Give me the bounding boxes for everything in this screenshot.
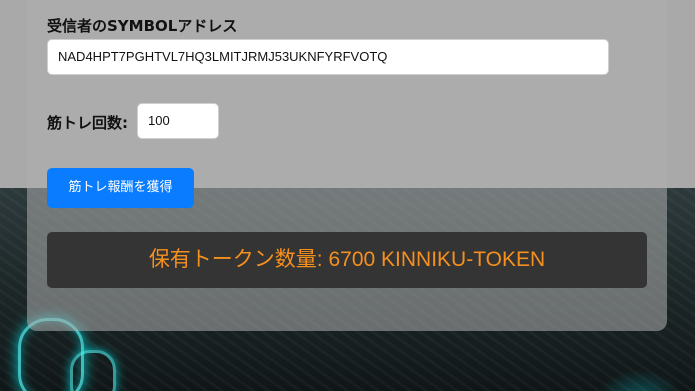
dumbbell-glow-icon-secondary: [70, 350, 116, 391]
token-balance-display: 保有トークン数量: 6700 KINNIKU-TOKEN: [47, 232, 647, 288]
recipient-address-label: 受信者のSYMBOLアドレス: [47, 17, 238, 35]
workout-count-input[interactable]: 100: [137, 103, 219, 139]
workout-count-label: 筋トレ回数:: [47, 114, 128, 132]
page: 受信者のSYMBOLアドレス NAD4HPT7PGHTVL7HQ3LMITJRM…: [0, 0, 695, 391]
claim-reward-button[interactable]: 筋トレ報酬を獲得: [47, 168, 194, 208]
recipient-address-input[interactable]: NAD4HPT7PGHTVL7HQ3LMITJRMJ53UKNFYRFVOTQ: [47, 39, 609, 75]
